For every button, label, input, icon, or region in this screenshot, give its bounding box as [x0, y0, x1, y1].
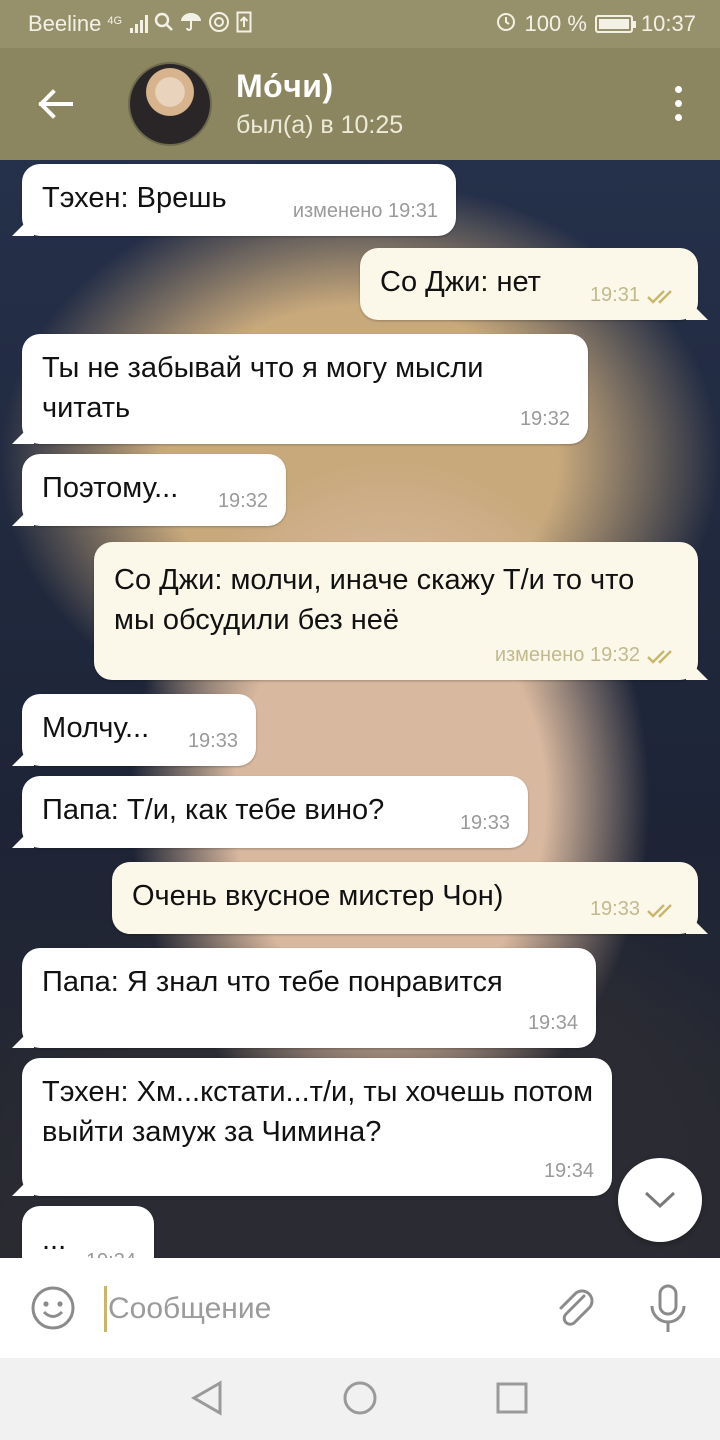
attach-button[interactable]	[552, 1282, 598, 1337]
double-check-icon	[647, 290, 672, 304]
more-vertical-icon[interactable]	[675, 86, 682, 121]
chat-header: Мо́чи) был(а) в 10:25	[0, 48, 720, 160]
search-notification-icon	[154, 12, 174, 36]
upload-icon	[236, 11, 252, 37]
nav-recents-button[interactable]	[496, 1382, 528, 1419]
back-button[interactable]	[0, 48, 110, 160]
text-cursor	[104, 1286, 107, 1332]
message-bubble[interactable]: Папа: Я знал что тебе понравится 19:34	[22, 948, 596, 1048]
square-recents-icon	[496, 1382, 528, 1414]
message-bubble[interactable]: Молчу... 19:33	[22, 694, 256, 766]
carrier-label: Beeline	[28, 11, 102, 36]
message-text: Тэхен: Хм...кстати...т/и, ты хочешь пото…	[42, 1076, 594, 1149]
message-bubble[interactable]: Ты не забывай что я могу мысли читать 19…	[22, 334, 588, 444]
chat-area[interactable]: Тэхен: Врешь изменено 19:31 Со Джи: нет …	[0, 160, 720, 1258]
arrow-left-icon	[38, 89, 73, 119]
message-meta: 19:31	[589, 284, 640, 307]
battery-percent: 100 %	[524, 11, 587, 36]
last-seen-status: был(а) в 10:25	[236, 111, 404, 139]
message-bubble[interactable]: ... 19:34	[22, 1206, 154, 1258]
voice-record-button[interactable]	[646, 1282, 690, 1341]
message-bubble[interactable]: Со Джи: нет 19:31	[360, 248, 698, 320]
message-text: Молчу...	[42, 712, 150, 744]
message-bubble[interactable]: Очень вкусное мистер Чон) 19:33	[112, 862, 698, 934]
message-text: ...	[42, 1224, 67, 1256]
message-text: Папа: Я знал что тебе понравится	[42, 966, 503, 998]
message-text: Папа: Т/и, как тебе вино?	[42, 794, 385, 826]
battery-icon	[594, 15, 636, 33]
clock: 10:37	[640, 11, 696, 36]
umbrella-icon	[180, 12, 202, 36]
message-text: Ты не забывай что я могу мысли читать	[42, 352, 484, 425]
message-bubble[interactable]: Поэтому... 19:32	[22, 454, 286, 526]
message-text: Со Джи: нет	[380, 266, 541, 298]
emoji-button[interactable]	[30, 1285, 76, 1336]
contact-avatar[interactable]	[128, 62, 212, 146]
message-meta: 19:32	[519, 408, 570, 431]
smile-icon	[31, 1286, 75, 1330]
double-check-icon	[647, 904, 672, 918]
double-check-icon	[647, 650, 672, 664]
contact-info[interactable]: Мо́чи) был(а) в 10:25	[236, 68, 403, 140]
message-input[interactable]	[108, 1286, 528, 1332]
alarm-icon	[495, 10, 517, 38]
nav-back-button[interactable]	[190, 1380, 224, 1421]
message-meta: изменено 19:31	[292, 200, 438, 223]
message-meta: 19:34	[86, 1248, 136, 1258]
message-meta: 19:33	[187, 730, 238, 753]
message-bubble[interactable]: Тэхен: Врешь изменено 19:31	[22, 164, 456, 236]
message-meta: 19:33	[459, 812, 510, 835]
triangle-back-icon	[190, 1380, 222, 1416]
message-meta: 19:32	[217, 490, 268, 513]
chevron-down-icon	[644, 1191, 676, 1209]
circle-home-icon	[343, 1381, 377, 1415]
status-bar: Beeline 4G 100 % 10:37	[0, 0, 720, 48]
message-bubble[interactable]: Тэхен: Хм...кстати...т/и, ты хочешь пото…	[22, 1058, 612, 1196]
nav-home-button[interactable]	[342, 1380, 378, 1421]
scroll-down-button[interactable]	[618, 1158, 702, 1242]
message-text: Тэхен: Врешь	[42, 182, 227, 214]
message-bubble[interactable]: Со Джи: молчи, иначе скажу Т/и то что мы…	[94, 542, 698, 680]
message-bubble[interactable]: Папа: Т/и, как тебе вино? 19:33	[22, 776, 528, 848]
message-text: Со Джи: молчи, иначе скажу Т/и то что мы…	[114, 564, 635, 637]
paperclip-icon	[559, 1289, 594, 1326]
message-meta: 19:33	[589, 898, 640, 921]
signal-icon	[130, 15, 149, 33]
network-type-label: 4G	[107, 15, 123, 27]
message-meta: 19:34	[527, 1012, 578, 1035]
system-nav-bar	[0, 1358, 720, 1440]
message-text: Очень вкусное мистер Чон)	[132, 880, 504, 912]
microphone-icon	[650, 1284, 686, 1332]
message-meta: 19:34	[543, 1160, 594, 1183]
at-sign-icon	[208, 11, 230, 37]
message-input-bar	[0, 1258, 720, 1358]
message-meta: изменено 19:32	[494, 644, 640, 667]
message-text: Поэтому...	[42, 472, 179, 504]
contact-name: Мо́чи)	[236, 68, 334, 104]
